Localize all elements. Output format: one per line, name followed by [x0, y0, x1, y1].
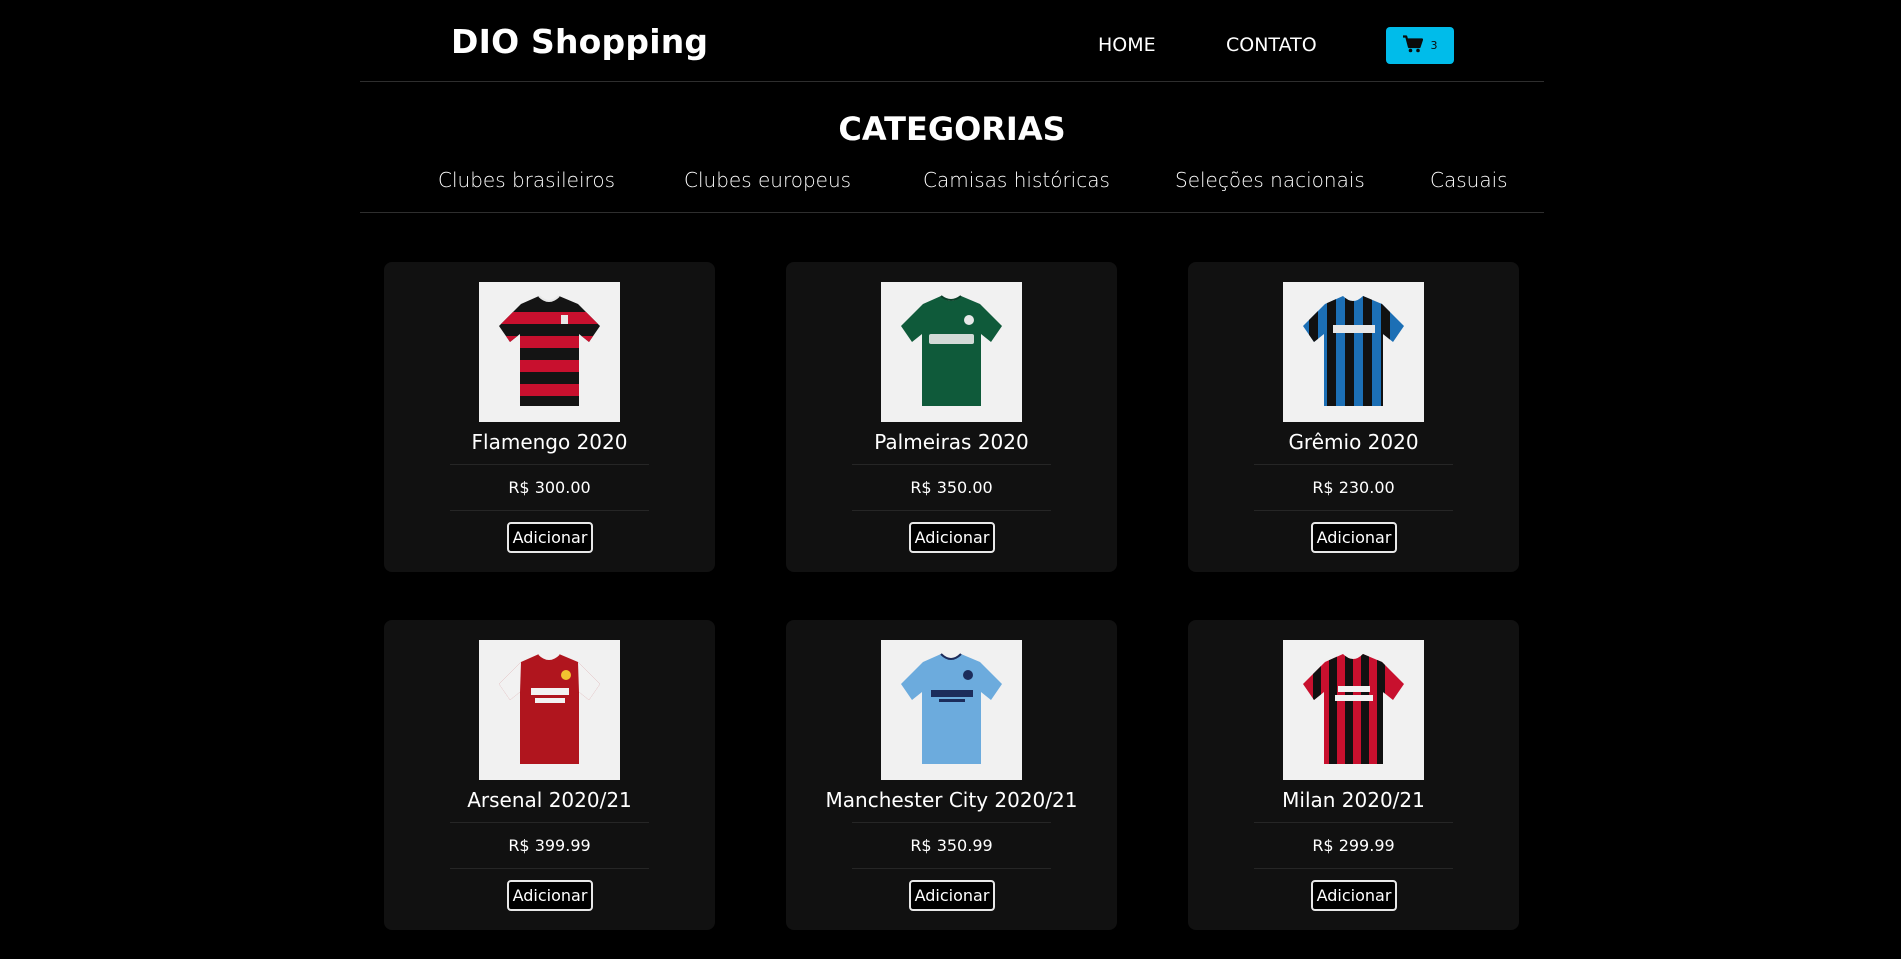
nav-home-link[interactable]: HOME: [1098, 34, 1156, 56]
nav-contato-link[interactable]: CONTATO: [1226, 34, 1317, 56]
category-selecoes-nacionais[interactable]: Seleções nacionais: [1175, 168, 1365, 192]
product-name: Palmeiras 2020: [874, 430, 1029, 454]
add-to-cart-button[interactable]: Adicionar: [909, 880, 995, 911]
product-name: Flamengo 2020: [471, 430, 628, 454]
product-card: Grêmio 2020 R$ 230.00 Adicionar: [1188, 262, 1519, 572]
divider: [1254, 510, 1453, 511]
divider: [852, 510, 1051, 511]
product-price: R$ 350.00: [910, 478, 993, 497]
divider: [852, 868, 1051, 869]
divider: [1254, 822, 1453, 823]
add-to-cart-button[interactable]: Adicionar: [507, 522, 593, 553]
product-price: R$ 230.00: [1312, 478, 1395, 497]
product-card: Flamengo 2020 R$ 300.00 Adicionar: [384, 262, 715, 572]
category-casuais[interactable]: Casuais: [1430, 168, 1508, 192]
product-name: Arsenal 2020/21: [467, 788, 632, 812]
product-price: R$ 399.99: [508, 836, 591, 855]
brand-logo[interactable]: DIO Shopping: [451, 22, 708, 61]
divider: [852, 822, 1051, 823]
divider: [1254, 868, 1453, 869]
product-name: Grêmio 2020: [1288, 430, 1419, 454]
product-image-milan[interactable]: [1283, 640, 1424, 780]
product-image-palmeiras[interactable]: [881, 282, 1022, 422]
product-price: R$ 299.99: [1312, 836, 1395, 855]
add-to-cart-button[interactable]: Adicionar: [507, 880, 593, 911]
divider: [450, 464, 649, 465]
product-card: Palmeiras 2020 R$ 350.00 Adicionar: [786, 262, 1117, 572]
product-card: Arsenal 2020/21 R$ 399.99 Adicionar: [384, 620, 715, 930]
categories-title: CATEGORIAS: [838, 110, 1066, 148]
add-to-cart-button[interactable]: Adicionar: [1311, 880, 1397, 911]
product-name: Manchester City 2020/21: [825, 788, 1078, 812]
cart-button[interactable]: 3: [1386, 27, 1454, 64]
divider: [450, 510, 649, 511]
product-name: Milan 2020/21: [1282, 788, 1425, 812]
product-image-gremio[interactable]: [1283, 282, 1424, 422]
divider: [450, 822, 649, 823]
product-image-flamengo[interactable]: [479, 282, 620, 422]
product-price: R$ 300.00: [508, 478, 591, 497]
category-camisas-historicas[interactable]: Camisas históricas: [923, 168, 1110, 192]
add-to-cart-button[interactable]: Adicionar: [1311, 522, 1397, 553]
product-card: Manchester City 2020/21 R$ 350.99 Adicio…: [786, 620, 1117, 930]
divider: [450, 868, 649, 869]
category-clubes-brasileiros[interactable]: Clubes brasileiros: [438, 168, 615, 192]
product-price: R$ 350.99: [910, 836, 993, 855]
divider: [852, 464, 1051, 465]
add-to-cart-button[interactable]: Adicionar: [909, 522, 995, 553]
page-container: DIO Shopping HOME CONTATO 3 CATEGORIAS C…: [360, 0, 1544, 213]
cart-count-badge: 3: [1430, 39, 1438, 52]
product-image-arsenal[interactable]: [479, 640, 620, 780]
category-clubes-europeus[interactable]: Clubes europeus: [684, 168, 851, 192]
divider: [1254, 464, 1453, 465]
shopping-cart-icon: [1402, 34, 1423, 57]
site-header: DIO Shopping HOME CONTATO 3: [360, 0, 1544, 82]
categories-section: CATEGORIAS Clubes brasileiros Clubes eur…: [360, 82, 1544, 213]
product-image-manchester-city[interactable]: [881, 640, 1022, 780]
product-card: Milan 2020/21 R$ 299.99 Adicionar: [1188, 620, 1519, 930]
